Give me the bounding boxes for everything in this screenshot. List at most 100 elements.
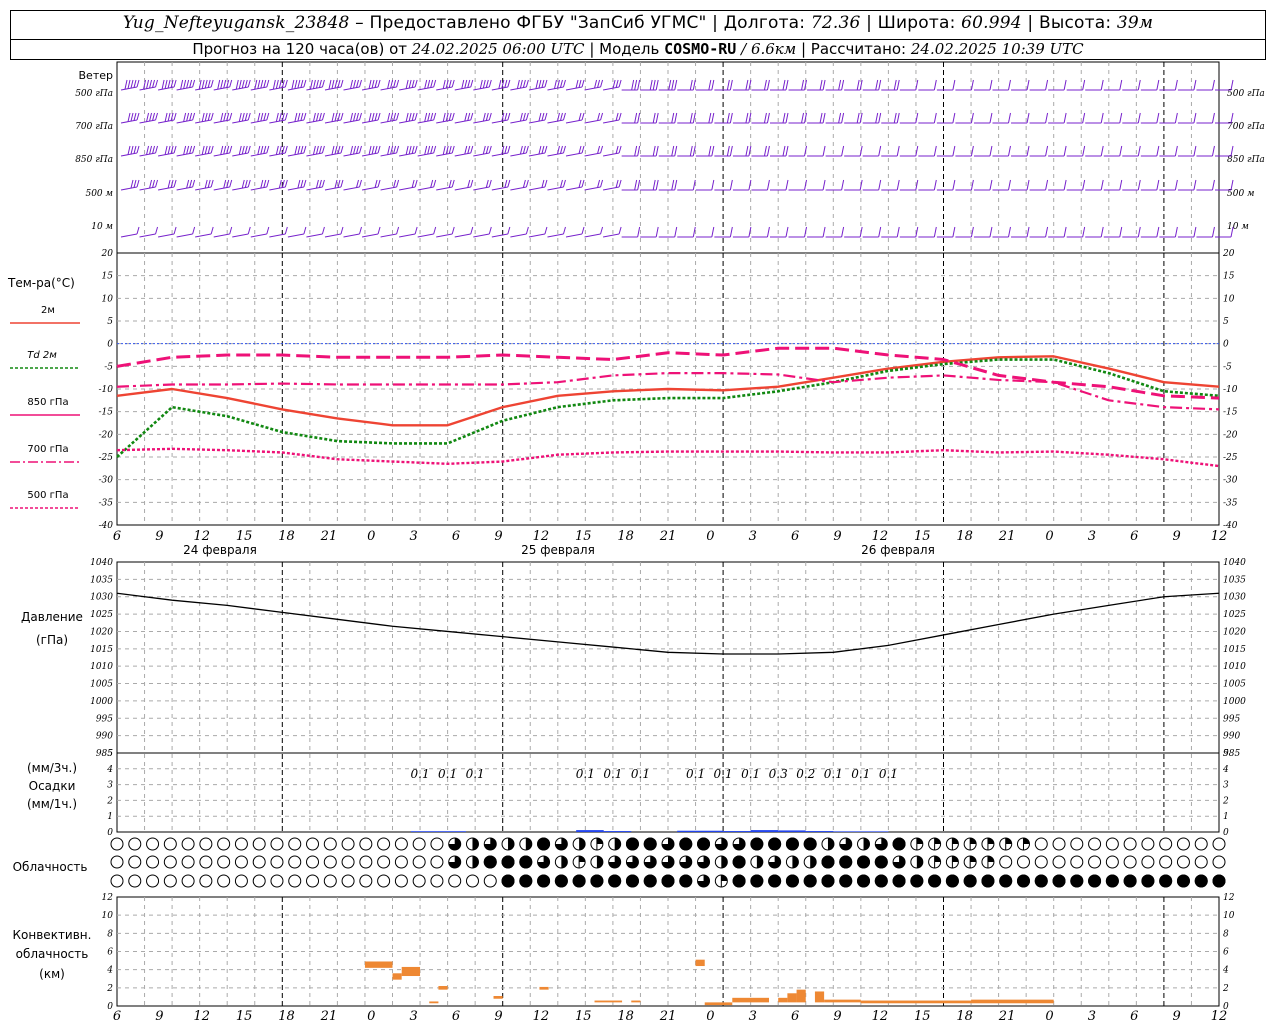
temp-xtick: 6 (1130, 529, 1138, 544)
wind-barb-feather (1211, 145, 1215, 157)
wind-barb (565, 226, 585, 238)
wind-barb (436, 79, 455, 91)
temp-legend-label: 700 гПа (27, 444, 68, 455)
wind-barb-feather (260, 79, 264, 89)
wind-barb-feather (1211, 79, 1215, 91)
precip-bar (677, 830, 724, 832)
wind-barb-shaft (510, 233, 527, 238)
wind-barb-feather (970, 145, 974, 157)
wind-barb-feather (1137, 112, 1141, 124)
wind-barb-feather (284, 79, 288, 88)
wind-barb-feather (235, 79, 239, 90)
cloud-circle (288, 855, 302, 869)
wind-barb (936, 179, 956, 191)
wind-barb (565, 79, 585, 91)
temp-xtick: 3 (749, 529, 757, 544)
wind-barb-shaft (139, 86, 156, 91)
precip-unit1: (мм/1ч.) (27, 797, 77, 811)
pres-ytick-right: 1030 (1223, 593, 1246, 603)
wind-barb-feather (238, 112, 242, 122)
cloud-circle (128, 837, 142, 851)
wind-barb-feather (782, 112, 786, 124)
temp-ytick-left: -25 (99, 453, 114, 463)
wind-barb (454, 179, 474, 191)
wind-barb (120, 79, 140, 91)
wind-barb-feather (763, 145, 767, 157)
wind-barb-feather (281, 145, 285, 154)
wind-barb-feather (448, 79, 452, 88)
pres-ytick-left: 1005 (90, 680, 113, 690)
wind-barb-shaft (232, 233, 249, 238)
wind-barb-shaft (565, 119, 583, 124)
wind-barb-feather (692, 179, 696, 191)
wind-barb-shaft (399, 152, 416, 157)
wind-barb-feather (408, 79, 412, 89)
wind-barb-feather (127, 79, 131, 89)
wind-barb-feather (204, 79, 208, 89)
date-label: 25 февраля (521, 543, 595, 557)
wind-barb-feather (841, 112, 845, 124)
wind-barb-feather (896, 79, 900, 91)
temp-legend-label: Td 2м (27, 350, 57, 361)
wind-barb-feather (303, 145, 307, 154)
cloud-fill-partial (596, 838, 603, 844)
wind-barb (1159, 226, 1178, 238)
pres-ytick-right: 1010 (1223, 662, 1246, 672)
wind-barb (269, 179, 288, 191)
wind-barb-feather (745, 79, 749, 91)
cloud-circle (1105, 855, 1119, 869)
wind-level-left: 500 гПа (75, 89, 113, 99)
wind-barb-feather (893, 112, 897, 124)
wind-barb-feather (485, 112, 489, 121)
cloud-fill-partial (934, 838, 941, 844)
wind-barb-feather (1193, 145, 1197, 157)
wind-barb (287, 79, 307, 91)
wind-barb-feather (321, 112, 325, 121)
wind-barb (881, 179, 900, 191)
cloud-fill-partial (614, 838, 621, 850)
wind-barb (603, 79, 622, 91)
wind-barb-shaft (491, 152, 508, 157)
wind-barb-feather (970, 79, 974, 91)
wind-barb-feather (637, 226, 641, 238)
wind-barb-feather (1082, 179, 1086, 191)
wind-barb-feather (396, 79, 400, 88)
wind-barb-feather (952, 179, 956, 191)
wind-barb-feather (192, 145, 196, 154)
wind-barb-feather (229, 179, 233, 188)
temp-ytick-right: -10 (1223, 385, 1238, 395)
wind-barb-feather (266, 179, 270, 188)
wind-barb (732, 112, 752, 124)
wind-barb-feather (334, 112, 338, 122)
wind-barb-feather (538, 145, 542, 155)
wind-barb-feather (223, 145, 227, 155)
wind-barb-feather (470, 179, 474, 188)
wind-barb-shaft (343, 86, 360, 91)
wind-barb-feather (334, 79, 338, 89)
wind-barb-feather (331, 79, 335, 89)
wind-barb-shaft (436, 152, 453, 157)
cloud-fill-full (785, 837, 799, 851)
wind-barb-feather (297, 179, 301, 189)
wind-barb-feather (1026, 226, 1030, 238)
wind-barb-feather (377, 226, 381, 235)
cloud-fill-full (590, 874, 604, 888)
wind-barb (769, 145, 789, 157)
precip-label: 0.1 (631, 767, 650, 781)
wind-barb-feather (448, 179, 452, 188)
wind-barb-shaft (139, 119, 156, 124)
wind-barb (640, 179, 659, 191)
wind-barb-feather (893, 79, 897, 91)
conv-bar (796, 989, 806, 1003)
wind-barb-feather (507, 112, 511, 121)
wind-barb-feather (470, 112, 474, 121)
wind-barb (788, 112, 808, 124)
cloud-fill-full (1034, 874, 1048, 888)
wind-barb-feather (247, 179, 251, 188)
wind-barb-feather (1063, 112, 1067, 124)
wind-barb-feather (192, 179, 196, 188)
wind-barb (157, 179, 177, 191)
wind-barb (973, 112, 993, 124)
wind-barb-feather (522, 79, 526, 88)
wind-barb-shaft (120, 233, 138, 238)
